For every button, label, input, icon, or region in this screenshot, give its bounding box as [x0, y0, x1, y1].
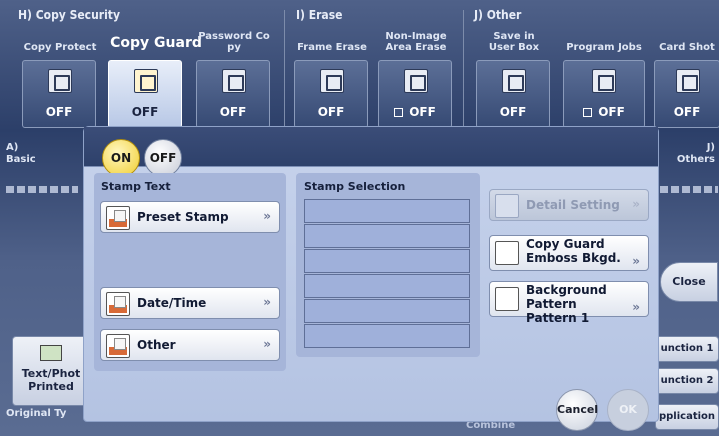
- fn-label-program-jobs: Program Jobs: [566, 42, 642, 53]
- frame-erase-icon: [320, 69, 344, 93]
- date-time-button[interactable]: Date/Time »: [100, 287, 280, 319]
- function-1-button[interactable]: unction 1: [655, 336, 719, 362]
- date-time-icon: [106, 292, 130, 316]
- stamp-selection-title: Stamp Selection: [304, 180, 406, 193]
- fn-label-password-copy: Password Co py: [198, 31, 270, 53]
- non-image-area-erase-button[interactable]: OFF: [378, 60, 452, 128]
- fn-label-copy-protect: Copy Protect: [23, 42, 97, 53]
- checkbox-icon: [583, 108, 593, 117]
- group-separator: [463, 10, 464, 130]
- page-indicator: [6, 186, 78, 193]
- pattern-icon: [495, 287, 519, 311]
- copy-protect-button[interactable]: OFF: [22, 60, 96, 128]
- chevron-right-icon: »: [632, 300, 640, 314]
- original-type-value: Text/Phot Printed: [21, 367, 81, 393]
- detail-setting-label: Detail Setting: [526, 198, 620, 212]
- close-button[interactable]: Close: [660, 262, 718, 302]
- stamp-slot[interactable]: [304, 324, 470, 348]
- emboss-icon: [495, 241, 519, 265]
- preset-stamp-icon: [106, 206, 130, 230]
- chevron-right-icon: »: [632, 254, 640, 268]
- card-shot-value: OFF: [673, 105, 701, 119]
- background-pattern-button[interactable]: Background Pattern Pattern 1 »: [489, 281, 649, 325]
- cancel-button[interactable]: Cancel: [556, 389, 598, 431]
- card-shot-button[interactable]: OFF: [654, 60, 719, 128]
- stamp-slot[interactable]: [304, 224, 470, 248]
- dialog-header: ON OFF: [84, 127, 658, 177]
- copy-guard-dialog: ON OFF Stamp Text Preset Stamp » Date/Ti…: [83, 126, 659, 431]
- stamp-text-title: Stamp Text: [101, 180, 171, 193]
- preset-stamp-label: Preset Stamp: [137, 210, 229, 224]
- group-title-other: J) Other: [474, 8, 522, 22]
- copy-guard-emboss-button[interactable]: Copy Guard Emboss Bkgd. »: [489, 235, 649, 271]
- frame-erase-button[interactable]: OFF: [294, 60, 368, 128]
- emboss-line1: Copy Guard: [526, 237, 605, 251]
- other-label: Other: [137, 338, 176, 352]
- non-image-area-erase-value: OFF: [409, 105, 436, 119]
- chevron-right-icon: »: [263, 337, 271, 351]
- frame-erase-value: OFF: [317, 105, 345, 119]
- original-type-label: Original Ty: [6, 408, 67, 419]
- bg-pattern-line1: Background Pattern: [526, 283, 607, 311]
- program-jobs-button[interactable]: OFF: [563, 60, 645, 128]
- copy-guard-button[interactable]: OFF: [108, 60, 182, 128]
- detail-setting-icon: [495, 194, 519, 218]
- chevron-right-icon: »: [263, 295, 271, 309]
- copy-protect-value: OFF: [45, 105, 73, 119]
- copy-guard-value: OFF: [131, 105, 159, 119]
- fn-label-card-shot: Card Shot: [659, 42, 715, 53]
- save-in-user-box-button[interactable]: OFF: [476, 60, 550, 128]
- text-photo-icon: [40, 345, 62, 361]
- user-box-icon: [502, 69, 526, 93]
- stamp-slot[interactable]: [304, 249, 470, 273]
- password-copy-button[interactable]: OFF: [196, 60, 270, 128]
- group-title-copy-security: H) Copy Security: [18, 8, 120, 22]
- chevron-right-icon: »: [632, 197, 640, 211]
- group-title-erase: I) Erase: [296, 8, 343, 22]
- on-button[interactable]: ON: [102, 139, 140, 177]
- stamp-text-panel: Stamp Text Preset Stamp » Date/Time » Ot…: [94, 173, 286, 371]
- emboss-line2: Emboss Bkgd.: [526, 251, 621, 265]
- password-copy-icon: [222, 69, 246, 93]
- stamp-slot[interactable]: [304, 299, 470, 323]
- password-copy-value: OFF: [219, 105, 247, 119]
- tab-basic[interactable]: A) Basic: [6, 142, 36, 166]
- card-shot-icon: [676, 69, 700, 93]
- function-2-button[interactable]: unction 2: [655, 368, 719, 394]
- copy-protect-icon: [48, 69, 72, 93]
- fn-label-frame-erase: Frame Erase: [297, 42, 367, 53]
- lock-document-icon: [134, 69, 158, 93]
- non-image-erase-icon: [404, 69, 428, 93]
- other-button[interactable]: Other »: [100, 329, 280, 361]
- application-button[interactable]: pplication: [655, 404, 719, 430]
- preset-stamp-button[interactable]: Preset Stamp »: [100, 201, 280, 233]
- stamp-selection-panel: Stamp Selection: [296, 173, 480, 357]
- detail-setting-button[interactable]: Detail Setting »: [489, 189, 649, 221]
- other-stamp-icon: [106, 334, 130, 358]
- program-jobs-value: OFF: [598, 105, 625, 119]
- page-indicator-right: [660, 186, 718, 193]
- save-in-user-box-value: OFF: [499, 105, 527, 119]
- original-type-button[interactable]: Text/Phot Printed: [12, 336, 90, 406]
- fn-label-save-in-user-box: Save in User Box: [488, 31, 540, 53]
- chevron-right-icon: »: [263, 209, 271, 223]
- date-time-label: Date/Time: [137, 296, 207, 310]
- fn-label-non-image-area-erase: Non-Image Area Erase: [385, 31, 447, 53]
- bg-pattern-line2: Pattern 1: [526, 311, 590, 325]
- fn-label-copy-guard: Copy Guard: [110, 35, 202, 51]
- ok-button[interactable]: OK: [607, 389, 649, 431]
- checkbox-icon: [394, 108, 404, 117]
- stamp-slot[interactable]: [304, 199, 470, 223]
- tab-others[interactable]: J) Others: [663, 142, 715, 166]
- off-button[interactable]: OFF: [144, 139, 182, 177]
- stamp-slot[interactable]: [304, 274, 470, 298]
- program-jobs-icon: [592, 69, 616, 93]
- group-separator: [284, 10, 285, 130]
